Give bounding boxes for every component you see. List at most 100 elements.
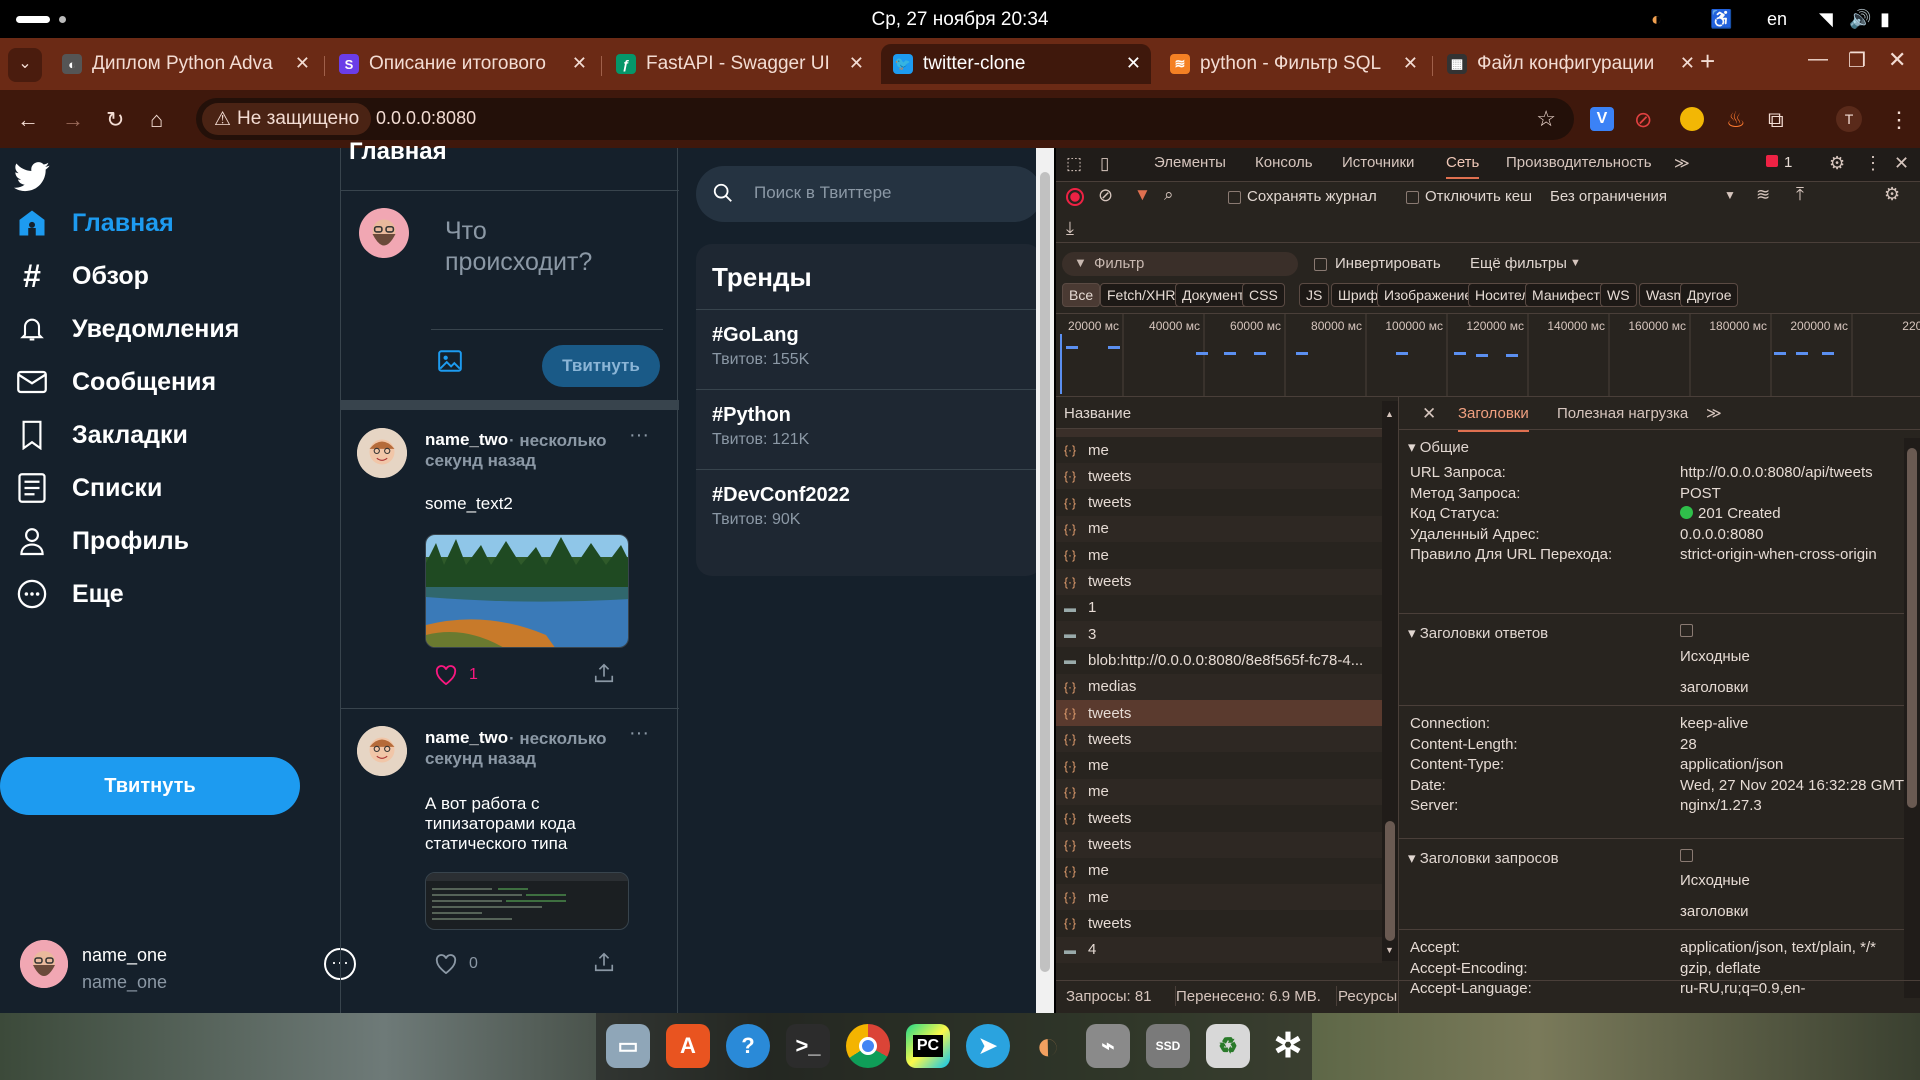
tab-search-button[interactable]: ⌄ xyxy=(8,48,42,82)
close-details-icon[interactable]: ✕ xyxy=(1422,404,1436,424)
accessibility-icon[interactable]: ♿ xyxy=(1710,9,1732,30)
header-value[interactable]: POST xyxy=(1680,485,1721,502)
request-row[interactable]: {·} tweets xyxy=(1056,700,1382,726)
request-row[interactable]: {·} tweets xyxy=(1056,463,1382,490)
throttling-select[interactable]: Без ограничения xyxy=(1550,188,1667,205)
close-tab-icon[interactable]: ✕ xyxy=(295,53,310,74)
reload-icon[interactable]: ↻ xyxy=(106,107,124,133)
search-input[interactable]: Поиск в Твиттере xyxy=(754,183,892,203)
tweet-card[interactable]: name_two · несколько секунд назад ··· so… xyxy=(341,410,679,710)
help-app-icon[interactable]: ? xyxy=(726,1024,770,1068)
more-detail-tabs-icon[interactable]: ≫ xyxy=(1706,404,1722,422)
chevron-down-icon[interactable]: ▼ xyxy=(1724,188,1736,202)
trend-item[interactable]: #GoLang Твитов: 155K xyxy=(696,309,1036,387)
devtools-tab-console[interactable]: Консоль xyxy=(1255,154,1313,171)
header-value[interactable]: Wed, 27 Nov 2024 16:32:28 GMT xyxy=(1680,777,1904,794)
devtools-tab-performance[interactable]: Производительность xyxy=(1506,154,1652,171)
usb-drive-icon[interactable]: ⌁ xyxy=(1086,1024,1130,1068)
close-tab-icon[interactable]: ✕ xyxy=(1126,53,1141,74)
page-scrollbar-thumb[interactable] xyxy=(1040,172,1050,972)
tweet-author[interactable]: name_two xyxy=(425,728,508,748)
heart-icon[interactable] xyxy=(435,954,457,979)
app-center-icon[interactable]: A xyxy=(666,1024,710,1068)
resource-type-filter[interactable]: Fetch/XHR xyxy=(1100,283,1183,307)
close-window-icon[interactable]: ✕ xyxy=(1888,47,1906,73)
invert-checkbox[interactable] xyxy=(1314,258,1327,271)
request-row[interactable]: {·} me xyxy=(1056,437,1382,463)
devtools-tab-sources[interactable]: Источники xyxy=(1342,154,1414,171)
clear-icon[interactable]: ⊘ xyxy=(1098,185,1113,206)
request-row[interactable]: {·} tweets xyxy=(1056,568,1382,595)
page-scrollbar[interactable] xyxy=(1036,148,1054,1013)
record-icon[interactable] xyxy=(1066,188,1084,206)
disable-cache-checkbox[interactable] xyxy=(1406,191,1419,204)
tweet-image-code[interactable] xyxy=(425,872,629,930)
minimize-icon[interactable]: — xyxy=(1808,48,1828,71)
browser-tab[interactable]: ▦ Файл конфигурации ✕ xyxy=(1435,44,1705,84)
browser-tab[interactable]: ◐ Диплом Python Adva ✕ xyxy=(50,44,320,84)
header-value[interactable]: 201 Created xyxy=(1680,505,1781,522)
tweet-avatar[interactable] xyxy=(357,428,407,478)
close-devtools-icon[interactable]: ✕ xyxy=(1894,153,1909,174)
network-conditions-icon[interactable]: ≋ xyxy=(1756,185,1770,205)
inspect-icon[interactable]: ⬚ xyxy=(1066,154,1082,174)
details-scrollbar[interactable] xyxy=(1904,438,1920,998)
request-row[interactable]: {·} tweets xyxy=(1056,490,1382,516)
pycharm-app-icon[interactable]: PC xyxy=(906,1024,950,1068)
more-tabs-icon[interactable]: ≫ xyxy=(1674,154,1690,172)
raw-headers-checkbox[interactable] xyxy=(1680,624,1693,637)
browser-tab[interactable]: 🐦 twitter-clone ✕ xyxy=(881,44,1151,84)
sidebar-tweet-button[interactable]: Твитнуть xyxy=(0,757,300,815)
header-value[interactable]: strict-origin-when-cross-origin xyxy=(1680,546,1877,563)
scroll-down-arrow[interactable]: ▼ xyxy=(1385,945,1394,955)
request-row[interactable]: {·} me xyxy=(1056,778,1382,805)
close-tab-icon[interactable]: ✕ xyxy=(849,53,864,74)
settings-gear-icon[interactable]: ⚙ xyxy=(1829,153,1845,174)
night-light-icon[interactable]: ◐ xyxy=(1651,9,1662,30)
image-upload-icon[interactable] xyxy=(437,348,463,379)
block-extension-icon[interactable]: ⊘ xyxy=(1634,107,1652,133)
request-row[interactable]: ▬ 3 xyxy=(1056,621,1382,648)
compose-input[interactable]: Что происходит? xyxy=(445,216,655,296)
compose-avatar[interactable] xyxy=(359,208,409,258)
more-filters-dropdown[interactable]: Ещё фильтры xyxy=(1470,255,1567,272)
files-app-icon[interactable]: ▭ xyxy=(606,1024,650,1068)
browser-tab[interactable]: ≋ python - Фильтр SQL ✕ xyxy=(1158,44,1428,84)
request-row[interactable]: {·} tweets xyxy=(1056,805,1382,831)
request-row[interactable]: ▬ blob:http://0.0.0.0:8080/8e8f565f-fc78-… xyxy=(1056,647,1382,673)
scroll-up-arrow[interactable]: ▲ xyxy=(1385,409,1394,419)
show-apps-icon[interactable]: ✲ xyxy=(1266,1024,1310,1068)
extension-fire-icon[interactable]: ♨ xyxy=(1726,107,1746,133)
header-value[interactable]: 0.0.0.0:8080 xyxy=(1680,526,1763,543)
compose-tweet-button[interactable]: Твитнуть xyxy=(542,345,660,387)
nav-explore[interactable]: # Обзор xyxy=(14,253,149,299)
request-row[interactable]: {·} me xyxy=(1056,858,1382,884)
close-tab-icon[interactable]: ✕ xyxy=(1680,53,1695,74)
name-column-header[interactable]: Название xyxy=(1056,397,1398,429)
header-value[interactable]: application/json, text/plain, */* xyxy=(1680,939,1876,956)
import-har-icon[interactable]: ⤒ xyxy=(1796,184,1804,205)
resource-type-filter[interactable]: CSS xyxy=(1242,283,1285,307)
back-icon[interactable]: ← xyxy=(17,107,39,133)
browser-tab[interactable]: S Описание итогового ✕ xyxy=(327,44,597,84)
devtools-menu-icon[interactable]: ⋮ xyxy=(1864,153,1882,174)
url-text[interactable]: 0.0.0.0:8080 xyxy=(376,108,476,129)
request-row[interactable]: {·} medias xyxy=(1056,673,1382,700)
close-tab-icon[interactable]: ✕ xyxy=(1403,53,1418,74)
tweet-card[interactable]: name_two · несколько секунд назад ··· А … xyxy=(341,710,679,1010)
preserve-log-checkbox[interactable] xyxy=(1228,191,1241,204)
nav-lists[interactable]: Списки xyxy=(14,465,162,511)
devtools-tab-elements[interactable]: Элементы xyxy=(1154,154,1226,171)
network-settings-icon[interactable]: ⚙ xyxy=(1884,184,1900,205)
battery-icon[interactable]: ▮ xyxy=(1880,9,1890,30)
twitter-logo-icon[interactable] xyxy=(14,162,50,197)
tweet-options-icon[interactable]: ··· xyxy=(629,722,649,745)
header-value[interactable]: application/json xyxy=(1680,756,1783,773)
heart-icon[interactable] xyxy=(435,665,457,690)
request-row[interactable]: {·} tweets xyxy=(1056,831,1382,858)
wifi-icon[interactable]: ◥ xyxy=(1819,9,1833,30)
trend-item[interactable]: #DevConf2022 Твитов: 90K xyxy=(696,469,1036,547)
export-har-icon[interactable]: ⤓ xyxy=(1066,218,1074,239)
tweet-options-icon[interactable]: ··· xyxy=(629,424,649,447)
security-chip[interactable]: ⚠ Не защищено xyxy=(202,103,372,135)
